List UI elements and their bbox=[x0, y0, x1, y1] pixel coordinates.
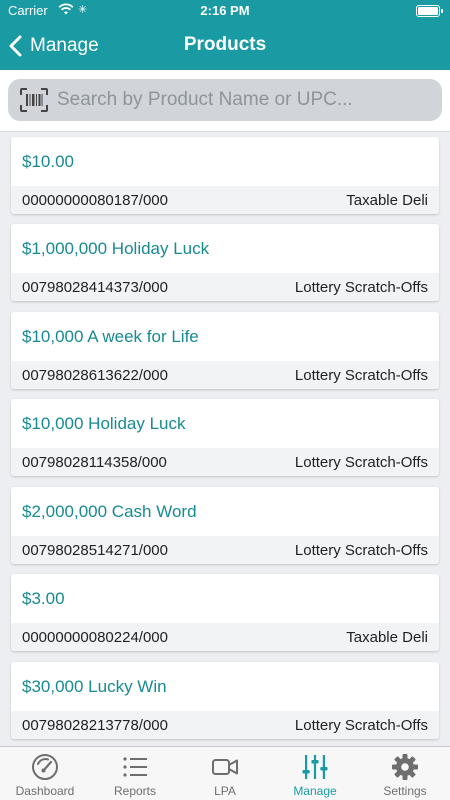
product-card[interactable]: $2,000,000 Cash Word 00798028514271/000 … bbox=[11, 487, 439, 564]
tab-label: Dashboard bbox=[15, 784, 75, 798]
product-meta: 00000000080187/000 Taxable Deli bbox=[11, 186, 439, 214]
tab-label: Reports bbox=[113, 784, 157, 798]
sliders-icon bbox=[302, 755, 328, 779]
status-bar: Carrier ✳ 2:16 PM bbox=[0, 0, 450, 22]
product-name: $3.00 bbox=[22, 589, 65, 608]
product-category: Taxable Deli bbox=[346, 192, 428, 209]
tab-reports[interactable]: Reports bbox=[90, 747, 180, 800]
tab-dashboard[interactable]: Dashboard bbox=[0, 747, 90, 800]
battery-icon bbox=[416, 5, 443, 17]
product-category: Lottery Scratch-Offs bbox=[294, 279, 428, 296]
navigation-bar: Manage Products bbox=[0, 22, 450, 70]
product-meta: 00000000080224/000 Taxable Deli bbox=[11, 623, 439, 651]
product-category: Taxable Deli bbox=[346, 629, 428, 646]
tab-label: Manage bbox=[293, 784, 337, 798]
tab-settings[interactable]: Settings bbox=[360, 747, 450, 800]
status-time: 2:16 PM bbox=[200, 3, 250, 18]
tab-lpa[interactable]: LPA bbox=[180, 747, 270, 800]
dashboard-icon bbox=[32, 754, 58, 780]
chevron-left-icon bbox=[9, 35, 22, 57]
product-upc: 00798028613622/000 bbox=[22, 367, 168, 384]
gear-icon bbox=[392, 754, 418, 780]
product-card[interactable]: $10.00 00000000080187/000 Taxable Deli bbox=[11, 137, 439, 214]
product-category: Lottery Scratch-Offs bbox=[294, 454, 428, 471]
product-category: Lottery Scratch-Offs bbox=[294, 717, 428, 734]
product-upc: 00798028514271/000 bbox=[22, 542, 168, 559]
product-upc: 00798028414373/000 bbox=[22, 279, 168, 296]
product-list: $10.00 00000000080187/000 Taxable Deli $… bbox=[0, 136, 450, 746]
product-card[interactable]: $3.00 00000000080224/000 Taxable Deli bbox=[11, 574, 439, 651]
product-meta: 00798028213778/000 Lottery Scratch-Offs bbox=[11, 711, 439, 739]
product-name: $2,000,000 Cash Word bbox=[22, 502, 197, 521]
barcode-scan-icon[interactable] bbox=[20, 88, 48, 112]
tab-bar: Dashboard Reports LPA Manage Settings bbox=[0, 746, 450, 800]
product-meta: 00798028114358/000 Lottery Scratch-Offs bbox=[11, 448, 439, 476]
tab-manage[interactable]: Manage bbox=[270, 747, 360, 800]
search-input[interactable] bbox=[57, 80, 442, 120]
product-card[interactable]: $10,000 A week for Life 00798028613622/0… bbox=[11, 312, 439, 389]
product-meta: 00798028514271/000 Lottery Scratch-Offs bbox=[11, 536, 439, 564]
product-upc: 00000000080224/000 bbox=[22, 629, 168, 646]
product-category: Lottery Scratch-Offs bbox=[294, 367, 428, 384]
product-meta: 00798028613622/000 Lottery Scratch-Offs bbox=[11, 361, 439, 389]
product-card[interactable]: $30,000 Lucky Win 00798028213778/000 Lot… bbox=[11, 662, 439, 739]
product-meta: 00798028414373/000 Lottery Scratch-Offs bbox=[11, 273, 439, 301]
search-bar bbox=[0, 70, 450, 132]
tab-label: Settings bbox=[383, 784, 427, 798]
product-category: Lottery Scratch-Offs bbox=[294, 542, 428, 559]
product-card[interactable]: $1,000,000 Holiday Luck 00798028414373/0… bbox=[11, 224, 439, 301]
product-name: $10,000 Holiday Luck bbox=[22, 414, 186, 433]
list-icon bbox=[123, 757, 147, 777]
product-upc: 00798028213778/000 bbox=[22, 717, 168, 734]
back-label: Manage bbox=[30, 35, 99, 56]
product-name: $30,000 Lucky Win bbox=[22, 677, 167, 696]
tab-label: LPA bbox=[214, 784, 236, 798]
video-icon bbox=[212, 759, 238, 775]
product-card[interactable]: $10,000 Holiday Luck 00798028114358/000 … bbox=[11, 399, 439, 476]
product-name: $1,000,000 Holiday Luck bbox=[22, 239, 210, 258]
product-upc: 00798028114358/000 bbox=[22, 454, 167, 471]
search-box bbox=[8, 79, 442, 121]
back-button[interactable]: Manage bbox=[8, 32, 99, 60]
product-name: $10.00 bbox=[22, 152, 74, 171]
product-upc: 00000000080187/000 bbox=[22, 192, 168, 209]
product-name: $10,000 A week for Life bbox=[22, 327, 199, 346]
